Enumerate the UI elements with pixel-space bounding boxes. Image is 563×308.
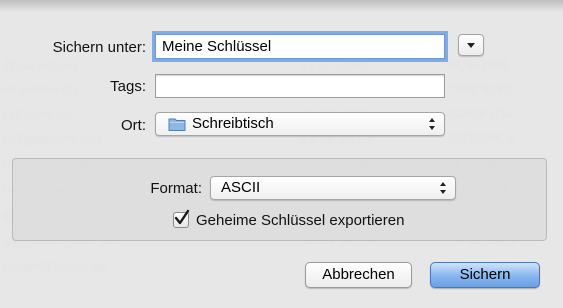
save-sheet: Sichern unter: Meine Schlüssel Tags: Ort… <box>0 0 563 308</box>
popup-arrows-icon <box>429 118 435 130</box>
save-as-label: Sichern unter: <box>52 39 146 56</box>
format-popup[interactable]: ASCII <box>210 176 456 200</box>
save-button[interactable]: Sichern <box>430 262 540 288</box>
location-label: Ort: <box>121 117 146 134</box>
format-label: Format: <box>150 180 202 197</box>
save-as-value: Meine Schlüssel <box>162 38 272 55</box>
format-value: ASCII <box>221 179 261 196</box>
export-secret-checkbox[interactable] <box>173 209 190 228</box>
expand-dialog-button[interactable] <box>458 34 484 56</box>
tags-field[interactable] <box>155 74 445 98</box>
export-secret-label[interactable]: Geheime Schlüssel exportieren <box>196 211 404 231</box>
checkmark-icon <box>174 209 190 225</box>
location-popup[interactable]: Schreibtisch <box>155 112 445 136</box>
chevron-down-icon <box>467 43 475 48</box>
folder-icon <box>168 118 186 131</box>
sheet-top-shadow <box>0 0 563 12</box>
cancel-button[interactable]: Abbrechen <box>305 262 412 288</box>
tags-label: Tags: <box>110 78 146 95</box>
save-as-field[interactable]: Meine Schlüssel <box>155 34 445 59</box>
location-value: Schreibtisch <box>192 115 274 132</box>
popup-arrows-icon <box>440 182 446 194</box>
